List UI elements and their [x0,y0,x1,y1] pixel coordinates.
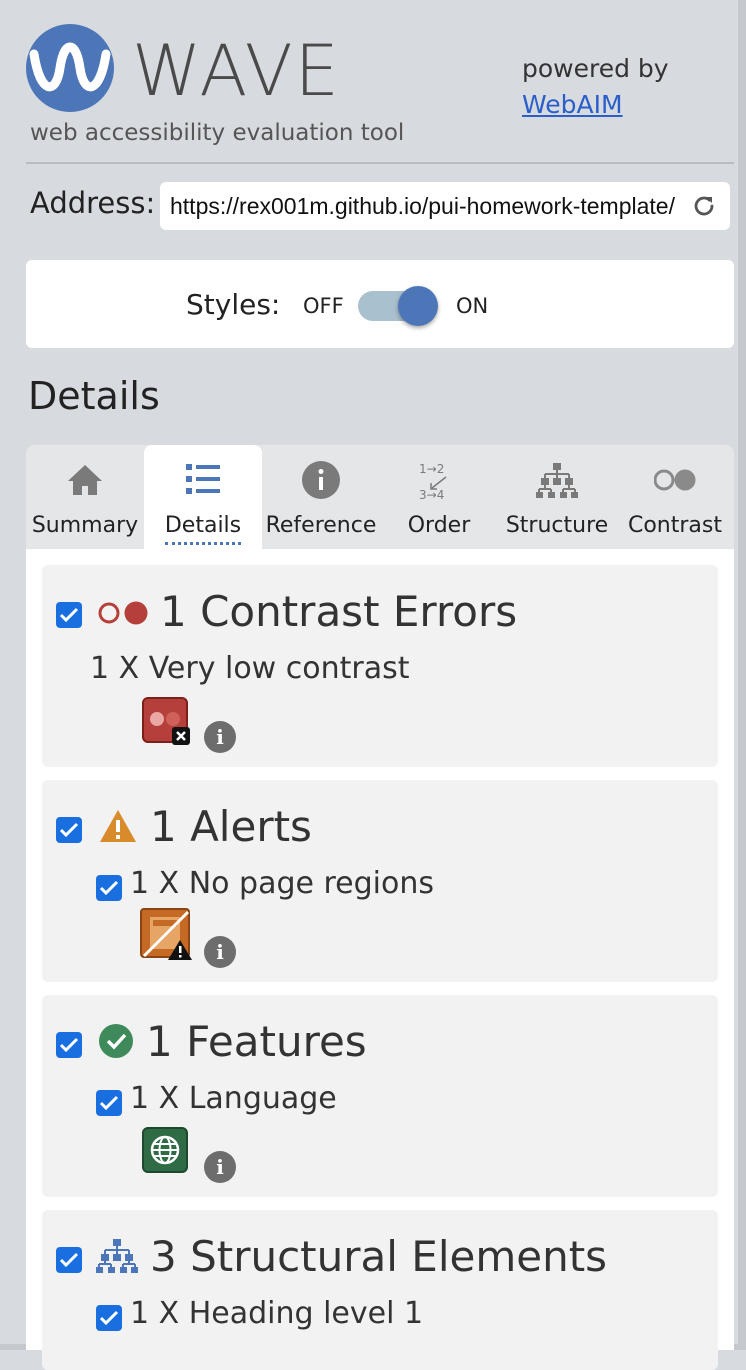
structural-elements-title: 3 Structural Elements [150,1232,608,1281]
details-panel: 1 Contrast Errors 1 X Very low contrast … [26,549,734,1370]
list-icon [182,459,224,501]
language-icon[interactable] [142,1127,188,1173]
tab-summary[interactable]: Summary [26,445,144,549]
alerts-checkbox[interactable] [56,817,82,843]
very-low-contrast-icon[interactable] [142,697,190,745]
styles-toggle[interactable] [358,286,440,326]
no-page-regions-checkbox[interactable] [96,875,122,901]
order-icon: 1→2 3→4 [418,459,460,502]
contrast-errors-card: 1 Contrast Errors 1 X Very low contrast … [42,565,718,767]
home-icon [64,459,106,501]
very-low-contrast-label: 1 X Very low contrast [90,651,410,686]
contrast-error-icon [98,599,150,627]
alerts-title: 1 Alerts [150,802,312,851]
alerts-info-icon[interactable]: i [204,936,236,968]
address-input[interactable] [170,182,676,230]
alert-icon [98,808,138,844]
structure-icon [96,1238,138,1274]
svg-text:1→2: 1→2 [419,462,444,476]
contrast-errors-checkbox[interactable] [56,602,82,628]
tab-label: Reference [265,513,377,538]
tab-structure[interactable]: Structure [498,445,616,549]
tab-details[interactable]: Details [144,445,262,549]
no-page-regions-icon[interactable] [140,908,194,962]
features-title: 1 Features [146,1017,367,1066]
toggle-knob[interactable] [398,286,438,326]
app-title: WAVE [132,30,341,112]
reload-icon[interactable] [690,192,718,220]
svg-text:3→4: 3→4 [419,488,444,501]
styles-on-label: ON [456,294,489,318]
webaim-link[interactable]: WebAIM [522,90,623,119]
window-frame-right [738,0,746,1350]
structural-elements-checkbox[interactable] [56,1247,82,1273]
wave-header: WAVE web accessibility evaluation tool p… [26,24,734,164]
tab-order[interactable]: 1→2 3→4 Order [380,445,498,549]
feature-icon [98,1023,134,1059]
tab-label: Details [164,513,242,545]
address-field[interactable] [160,182,730,230]
features-info-icon[interactable]: i [204,1151,236,1183]
language-label: 1 X Language [130,1081,337,1116]
tab-contrast[interactable]: Contrast [616,445,734,549]
styles-label: Styles: [186,288,281,321]
contrast-icon [653,459,696,501]
tab-label: Structure [505,513,609,538]
powered-by-label: powered by [522,54,669,83]
structural-elements-card: 3 Structural Elements 1 X Heading level … [42,1210,718,1370]
wave-logo-icon [26,24,114,112]
app-subtitle: web accessibility evaluation tool [30,120,405,146]
contrast-errors-title: 1 Contrast Errors [160,587,518,636]
panel-tabs: Summary Details Reference 1→2 3→4 Order [26,445,734,549]
heading-level-1-checkbox[interactable] [96,1305,122,1331]
styles-toggle-card: Styles: OFF ON [26,260,734,348]
heading-level-1-label: 1 X Heading level 1 [130,1296,424,1331]
info-icon [300,459,342,501]
features-checkbox[interactable] [56,1032,82,1058]
structure-icon [536,459,578,501]
address-label: Address: [30,186,156,220]
styles-off-label: OFF [303,294,344,318]
tab-label: Order [407,513,471,538]
features-card: 1 Features 1 X Language i [42,995,718,1197]
tab-label: Contrast [627,513,722,538]
details-heading: Details [28,374,160,418]
alerts-card: 1 Alerts 1 X No page regions i [42,780,718,982]
contrast-info-icon[interactable]: i [204,721,236,753]
no-page-regions-label: 1 X No page regions [130,866,435,901]
tab-label: Summary [31,513,139,538]
language-checkbox[interactable] [96,1090,122,1116]
tab-reference[interactable]: Reference [262,445,380,549]
